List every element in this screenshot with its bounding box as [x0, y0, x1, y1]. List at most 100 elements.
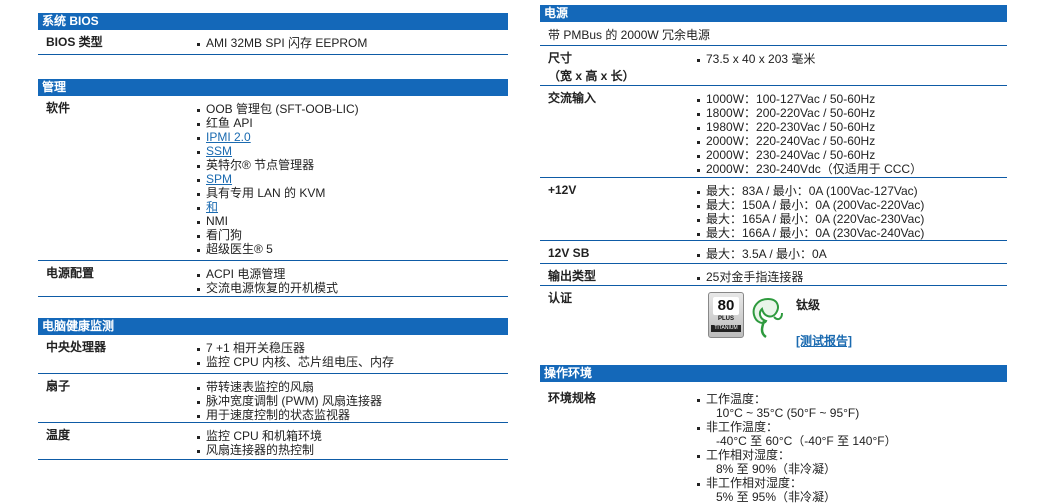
- list-item: NMI: [196, 214, 359, 228]
- size-label: 尺寸 （宽 x 高 x 长）: [548, 51, 635, 83]
- list-item: OOB 管理包 (SFT-OOB-LIC): [196, 102, 359, 116]
- plus12v-values: 最大：83A / 最小：0A (100Vac-127Vac) 最大：150A / …: [696, 184, 924, 240]
- badge-number: 80: [713, 297, 739, 315]
- environment-item-title: 非工作相对湿度：: [706, 476, 803, 490]
- ac-input-values: 1000W：100-127Vac / 50-60Hz 1800W：200-220V…: [696, 92, 922, 176]
- list-item: 1800W：200-220Vac / 50-60Hz: [696, 106, 922, 120]
- environment-section: 操作环境 环境规格 工作温度： 10°C ~ 35°C (50°F ~ 95°F)…: [540, 365, 1007, 504]
- plus12v-row: +12V 最大：83A / 最小：0A (100Vac-127Vac) 最大：15…: [540, 178, 1007, 241]
- certification-label: 认证: [548, 291, 573, 305]
- list-item: 1000W：100-127Vac / 50-60Hz: [696, 92, 922, 106]
- size-label-line1: 尺寸: [548, 51, 573, 65]
- health-section: 电脑健康监测 中央处理器 7 +1 相开关稳压器 监控 CPU 内核、芯片组电压…: [38, 318, 508, 460]
- output-type-row: 输出类型 25对金手指连接器: [540, 264, 1007, 286]
- list-item: 73.5 x 40 x 203 毫米: [696, 52, 815, 66]
- list-item[interactable]: SSM: [196, 144, 359, 158]
- test-report-link[interactable]: [测试报告]: [796, 332, 852, 349]
- software-label: 软件: [46, 101, 71, 115]
- spec-link[interactable]: IPMI 2.0: [206, 130, 251, 144]
- list-item: 最大：3.5A / 最小：0A: [696, 247, 827, 261]
- list-item: 2000W：220-240Vac / 50-60Hz: [696, 134, 922, 148]
- temperature-label: 温度: [46, 428, 71, 442]
- list-item[interactable]: IPMI 2.0: [196, 130, 359, 144]
- list-item: 7 +1 相开关稳压器: [196, 341, 394, 355]
- list-item: 1980W：220-230Vac / 50-60Hz: [696, 120, 922, 134]
- certification-level: 钛级: [796, 298, 821, 312]
- list-item: 最大：83A / 最小：0A (100Vac-127Vac): [696, 184, 924, 198]
- list-item: 看门狗: [196, 228, 359, 242]
- list-item: ACPI 电源管理: [196, 267, 338, 281]
- ac-input-row: 交流输入 1000W：100-127Vac / 50-60Hz 1800W：200…: [540, 86, 1007, 178]
- spec-link[interactable]: SPM: [206, 172, 232, 186]
- list-item: 超级医生® 5: [196, 242, 359, 256]
- temperature-row: 温度 监控 CPU 和机箱环境 风扇连接器的热控制: [38, 423, 508, 460]
- environment-item-value: -40°C 至 60°C（-40°F 至 140°F）: [716, 434, 897, 448]
- size-label-line2: （宽 x 高 x 长）: [548, 69, 635, 83]
- fan-row: 扇子 带转速表监控的风扇 脉冲宽度调制 (PWM) 风扇连接器 用于速度控制的状…: [38, 374, 508, 423]
- software-values: OOB 管理包 (SFT-OOB-LIC) 红鱼 API IPMI 2.0 SSM 英特…: [196, 102, 359, 256]
- list-item: 最大：165A / 最小：0A (220Vac-230Vac): [696, 212, 924, 226]
- list-item: 红鱼 API: [196, 116, 359, 130]
- list-item: 具有专用 LAN 的 KVM: [196, 186, 359, 200]
- sb12v-row: 12V SB 最大：3.5A / 最小：0A: [540, 241, 1007, 264]
- environment-section-header: 操作环境: [540, 365, 1007, 382]
- environment-spec-row: 环境规格 工作温度： 10°C ~ 35°C (50°F ~ 95°F) 非工作温度…: [540, 382, 1007, 504]
- power-description-row: 带 PMBus 的 2000W 冗余电源: [540, 22, 1007, 46]
- power-config-label: 电源配置: [46, 266, 95, 280]
- environment-item-title: 工作温度：: [706, 392, 767, 406]
- cpu-label: 中央处理器: [46, 340, 107, 354]
- power-section-header: 电源: [540, 5, 1007, 22]
- bios-type-label: BIOS 类型: [46, 35, 103, 49]
- output-type-values: 25对金手指连接器: [696, 270, 803, 284]
- list-item: 监控 CPU 内核、芯片组电压、内存: [196, 355, 394, 369]
- list-item: 最大：166A / 最小：0A (230Vac-240Vac): [696, 226, 924, 240]
- output-type-label: 输出类型: [548, 269, 597, 283]
- list-item: 交流电源恢复的开机模式: [196, 281, 338, 295]
- 80-plus-titanium-icon: 80 PLUS TITANIUM: [708, 292, 744, 338]
- list-item: 英特尔® 节点管理器: [196, 158, 359, 172]
- list-item[interactable]: 和: [196, 200, 359, 214]
- power-config-values: ACPI 电源管理 交流电源恢复的开机模式: [196, 267, 338, 295]
- environment-item: 非工作温度： -40°C 至 60°C（-40°F 至 140°F）: [696, 420, 897, 448]
- list-item: 2000W：230-240Vac / 50-60Hz: [696, 148, 922, 162]
- list-item: 25对金手指连接器: [696, 270, 803, 284]
- environment-item: 工作相对湿度： 8% 至 90%（非冷凝）: [696, 448, 897, 476]
- list-item: 2000W：230-240Vdc（仅适用于 CCC）: [696, 162, 922, 176]
- environment-item-title: 非工作温度：: [706, 420, 779, 434]
- power-description: 带 PMBus 的 2000W 冗余电源: [548, 28, 711, 42]
- environment-spec-values: 工作温度： 10°C ~ 35°C (50°F ~ 95°F) 非工作温度： -40°…: [696, 392, 897, 504]
- management-section: 管理 软件 OOB 管理包 (SFT-OOB-LIC) 红鱼 API IPMI 2.…: [38, 79, 508, 297]
- temperature-values: 监控 CPU 和机箱环境 风扇连接器的热控制: [196, 429, 322, 457]
- list-item: 用于速度控制的状态监视器: [196, 408, 382, 422]
- list-item[interactable]: SPM: [196, 172, 359, 186]
- size-row: 尺寸 （宽 x 高 x 长） 73.5 x 40 x 203 毫米: [540, 46, 1007, 86]
- environment-item: 工作温度： 10°C ~ 35°C (50°F ~ 95°F): [696, 392, 897, 420]
- badge-level: TITANIUM: [711, 325, 741, 332]
- list-item: 最大：150A / 最小：0A (200Vac-220Vac): [696, 198, 924, 212]
- environment-item-value: 8% 至 90%（非冷凝）: [716, 462, 837, 476]
- size-values: 73.5 x 40 x 203 毫米: [696, 52, 815, 66]
- spec-link[interactable]: 和: [206, 200, 218, 214]
- green-leaf-icon: [752, 297, 783, 339]
- sb12v-label: 12V SB: [548, 246, 590, 260]
- software-row: 软件 OOB 管理包 (SFT-OOB-LIC) 红鱼 API IPMI 2.0 SS…: [38, 96, 508, 261]
- certification-row: 认证 80 PLUS TITANIUM 钛级 [测试报告]: [540, 286, 1007, 348]
- cpu-row: 中央处理器 7 +1 相开关稳压器 监控 CPU 内核、芯片组电压、内存: [38, 335, 508, 374]
- fan-label: 扇子: [46, 379, 71, 393]
- spec-link[interactable]: SSM: [206, 144, 232, 158]
- power-config-row: 电源配置 ACPI 电源管理 交流电源恢复的开机模式: [38, 261, 508, 297]
- bios-section: 系统 BIOS BIOS 类型 AMI 32MB SPI 闪存 EEPROM: [38, 13, 508, 55]
- badge-plus: PLUS: [717, 316, 734, 322]
- environment-spec-label: 环境规格: [548, 391, 597, 405]
- environment-item: 非工作相对湿度： 5% 至 95%（非冷凝）: [696, 476, 897, 504]
- list-item: 监控 CPU 和机箱环境: [196, 429, 322, 443]
- fan-values: 带转速表监控的风扇 脉冲宽度调制 (PWM) 风扇连接器 用于速度控制的状态监视…: [196, 380, 382, 422]
- ac-input-label: 交流输入: [548, 91, 597, 105]
- list-item: 脉冲宽度调制 (PWM) 风扇连接器: [196, 394, 382, 408]
- sb12v-values: 最大：3.5A / 最小：0A: [696, 247, 827, 261]
- list-item: 风扇连接器的热控制: [196, 443, 322, 457]
- management-section-header: 管理: [38, 79, 508, 96]
- environment-item-value: 5% 至 95%（非冷凝）: [716, 490, 837, 504]
- environment-item-title: 工作相对湿度：: [706, 448, 791, 462]
- bios-section-header: 系统 BIOS: [38, 13, 508, 30]
